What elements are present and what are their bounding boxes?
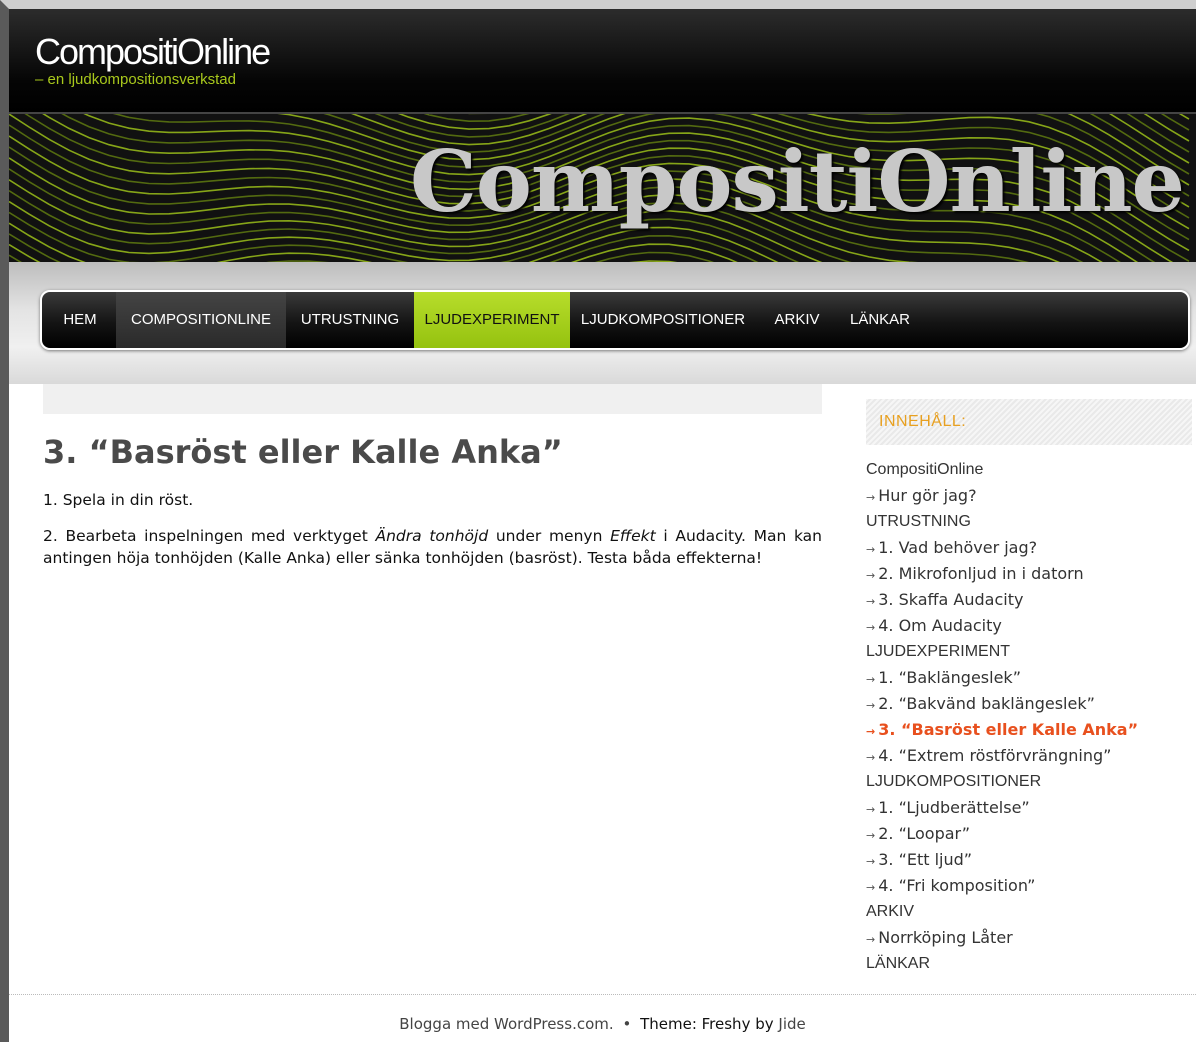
footer-bullet: •: [622, 1015, 632, 1033]
arrow-right-icon: →: [866, 595, 876, 608]
sidebar-link[interactable]: → Norrköping Låter: [866, 925, 1192, 951]
arrow-right-icon: →: [866, 569, 876, 582]
sidebar-link-text: 4. “Extrem röstförvrängning”: [878, 746, 1112, 765]
sidebar-link[interactable]: → 4. Om Audacity: [866, 613, 1192, 639]
sidebar: INNEHÅLL: CompositiOnline → Hur gör jag? UT…: [866, 399, 1192, 977]
sidebar-link[interactable]: → 1. Vad behöver jag?: [866, 535, 1192, 561]
nav-item-arkiv[interactable]: ARKIV: [762, 292, 832, 348]
sidebar-link[interactable]: → 4. “Extrem röstförvrängning”: [866, 743, 1192, 769]
sidebar-link-text: LJUDEXPERIMENT: [866, 643, 1011, 660]
sidebar-link-text: 3. “Basröst eller Kalle Anka”: [878, 720, 1139, 739]
site-tagline: – en ljudkompositionsverkstad: [35, 71, 236, 88]
footer-period: .: [608, 1015, 614, 1033]
sidebar-link-text: Norrköping Låter: [878, 928, 1013, 947]
nav-item-ljudkompositioner[interactable]: LJUDKOMPOSITIONER: [570, 292, 756, 348]
content-top-strip: [43, 384, 822, 414]
nav-item-lankar[interactable]: LÄNKAR: [838, 292, 922, 348]
nav-area: HEM COMPOSITIONLINE UTRUSTNING LJUDEXPER…: [9, 262, 1196, 384]
sidebar-category[interactable]: CompositiOnline: [866, 457, 1192, 483]
arrow-right-icon: →: [866, 803, 876, 816]
post-emphasis-menu: Effekt: [610, 527, 656, 545]
sidebar-link[interactable]: → 3. “Ett ljud”: [866, 847, 1192, 873]
sidebar-link-current[interactable]: → 3. “Basröst eller Kalle Anka”: [866, 717, 1192, 743]
sidebar-link-text: 2. Mikrofonljud in i datorn: [878, 564, 1084, 583]
sidebar-link-text: 2. “Loopar”: [878, 824, 971, 843]
arrow-right-icon: →: [866, 673, 876, 686]
arrow-right-icon: →: [866, 725, 876, 738]
nav-item-hem[interactable]: HEM: [42, 292, 118, 348]
page-frame: CompositiOnline – en ljudkompositionsver…: [0, 0, 1196, 1042]
arrow-right-icon: →: [866, 699, 876, 712]
sidebar-category[interactable]: LJUDEXPERIMENT: [866, 639, 1192, 665]
post-emphasis-tool: Ändra tonhöjd: [375, 527, 489, 545]
footer-theme-text: Theme: Freshy by: [640, 1015, 774, 1033]
arrow-right-icon: →: [866, 829, 876, 842]
arrow-right-icon: →: [866, 491, 876, 504]
post-paragraph-1: 1. Spela in din röst.: [43, 491, 194, 509]
sidebar-link-text: ARKIV: [866, 903, 915, 920]
sidebar-link-text: 4. “Fri komposition”: [878, 876, 1036, 895]
sidebar-link-text: UTRUSTNING: [866, 513, 971, 530]
arrow-right-icon: →: [866, 933, 876, 946]
post-body: 1. Spela in din röst. 2. Bearbeta inspel…: [43, 489, 822, 583]
post-text: under menyn: [488, 527, 611, 545]
post-title: 3. “Basröst eller Kalle Anka”: [43, 433, 563, 471]
site-header: CompositiOnline – en ljudkompositionsver…: [9, 9, 1196, 114]
footer: Blogga med WordPress.com. • Theme: Fresh…: [9, 994, 1196, 1042]
arrow-right-icon: →: [866, 621, 876, 634]
sidebar-category[interactable]: UTRUSTNING: [866, 509, 1192, 535]
sidebar-link-text: 1. “Ljudberättelse”: [878, 798, 1030, 817]
site-title[interactable]: CompositiOnline: [35, 31, 271, 73]
sidebar-link[interactable]: → 2. “Loopar”: [866, 821, 1192, 847]
sidebar-link-text: 3. Skaffa Audacity: [878, 590, 1024, 609]
sidebar-link-text: 2. “Bakvänd baklängeslek”: [878, 694, 1095, 713]
main-navigation: HEM COMPOSITIONLINE UTRUSTNING LJUDEXPER…: [40, 290, 1190, 350]
arrow-right-icon: →: [866, 881, 876, 894]
arrow-right-icon: →: [866, 855, 876, 868]
sidebar-link[interactable]: → Hur gör jag?: [866, 483, 1192, 509]
post-paragraph-2: 2. Bearbeta inspelningen med verktyget Ä…: [43, 525, 822, 569]
sidebar-list: CompositiOnline → Hur gör jag? UTRUSTNING → 1…: [866, 457, 1192, 977]
sidebar-link-text: CompositiOnline: [866, 461, 984, 478]
sidebar-link-text: 3. “Ett ljud”: [878, 850, 973, 869]
nav-item-compositionline[interactable]: COMPOSITIONLINE: [116, 292, 286, 348]
sidebar-link[interactable]: → 1. “Ljudberättelse”: [866, 795, 1192, 821]
sidebar-link[interactable]: → 3. Skaffa Audacity: [866, 587, 1192, 613]
arrow-right-icon: →: [866, 751, 876, 764]
sidebar-link-text: 1. Vad behöver jag?: [878, 538, 1038, 557]
sidebar-category[interactable]: LJUDKOMPOSITIONER: [866, 769, 1192, 795]
post-text: 2. Bearbeta inspelningen med verktyget: [43, 527, 376, 545]
sidebar-link[interactable]: → 2. Mikrofonljud in i datorn: [866, 561, 1192, 587]
banner-title: CompositiOnline: [409, 132, 1185, 231]
nav-item-utrustning[interactable]: UTRUSTNING: [286, 292, 414, 348]
theme-author-link[interactable]: Jide: [778, 1015, 805, 1033]
arrow-right-icon: →: [866, 543, 876, 556]
sidebar-link[interactable]: → 2. “Bakvänd baklängeslek”: [866, 691, 1192, 717]
sidebar-link[interactable]: → 1. “Baklängeslek”: [866, 665, 1192, 691]
sidebar-link-text: LÄNKAR: [866, 955, 931, 972]
sidebar-link[interactable]: → 4. “Fri komposition”: [866, 873, 1192, 899]
header-banner: CompositiOnline: [9, 114, 1196, 262]
sidebar-link-text: LJUDKOMPOSITIONER: [866, 773, 1042, 790]
sidebar-link-text: Hur gör jag?: [878, 486, 977, 505]
sidebar-link-text: 4. Om Audacity: [878, 616, 1002, 635]
sidebar-link-text: 1. “Baklängeslek”: [878, 668, 1021, 687]
wordpress-link[interactable]: Blogga med WordPress.com: [399, 1015, 609, 1033]
sidebar-category[interactable]: LÄNKAR: [866, 951, 1192, 977]
sidebar-category[interactable]: ARKIV: [866, 899, 1192, 925]
nav-item-ljudexperiment[interactable]: LJUDEXPERIMENT: [414, 292, 570, 348]
sidebar-heading: INNEHÅLL:: [866, 399, 1192, 445]
